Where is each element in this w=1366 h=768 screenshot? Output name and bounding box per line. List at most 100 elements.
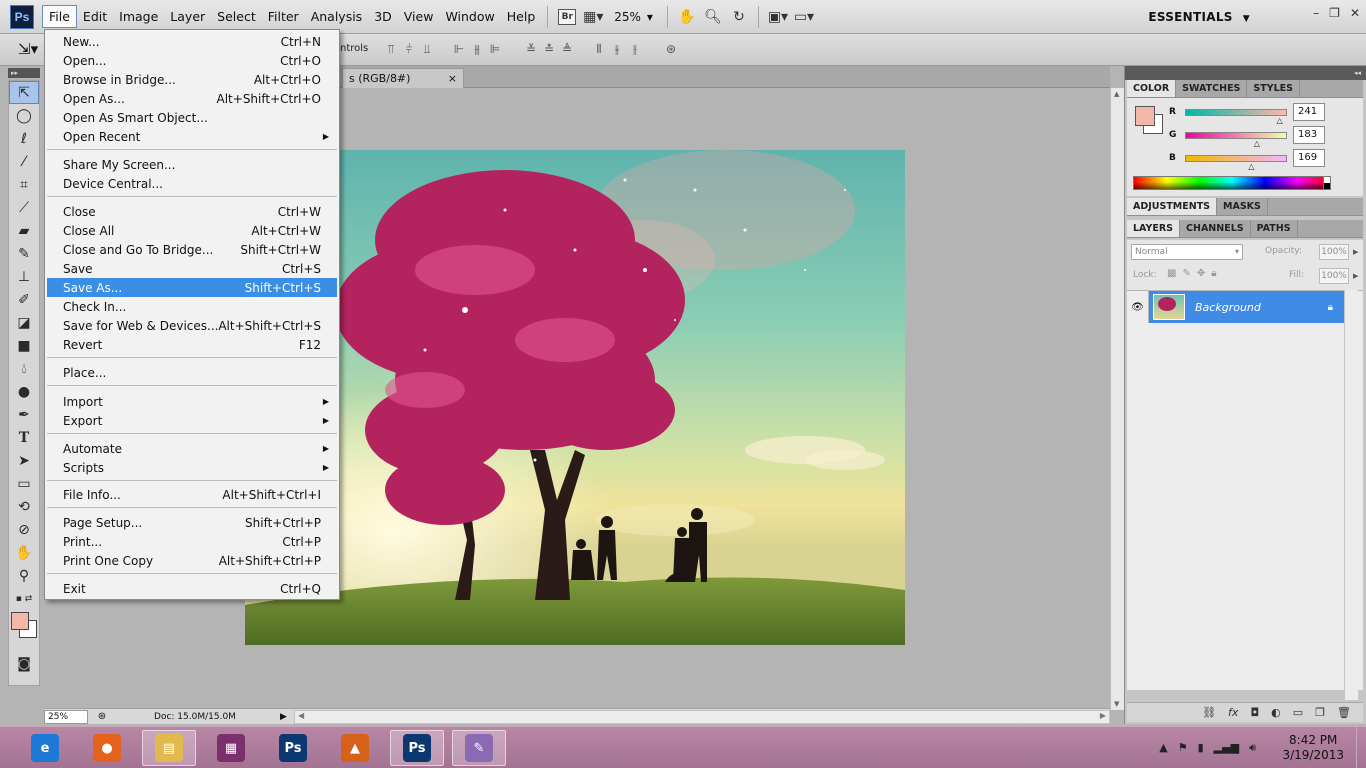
menu-analysis[interactable]: Analysis [305,6,369,27]
menu-select[interactable]: Select [211,6,262,27]
toolbar-collapse-bar[interactable]: ▸▸ [8,68,40,78]
distribute-hcenter-icon[interactable]: ⫳ [610,42,624,57]
bridge-button[interactable]: Br [554,6,580,28]
quick-mask-button[interactable]: ◙ [9,652,39,675]
distribute-vcenter-icon[interactable]: ≛ [542,42,556,57]
distribute-left-icon[interactable]: ⫴ [592,42,606,57]
healing-brush-tool[interactable]: ▰ [9,219,39,242]
menu-item-open-as[interactable]: Open As... Alt+Shift+Ctrl+O [47,89,337,108]
new-group-icon[interactable]: ▭ [1293,706,1303,719]
foreground-color-swatch[interactable] [11,612,29,630]
status-info-icon[interactable]: ⊛ [94,711,110,722]
taskbar-app-file-explorer[interactable]: ▤ [142,730,196,766]
trash-icon[interactable]: 🗑︎ [1337,706,1351,719]
network-signal-icon[interactable]: ▂▄▆ [1214,741,1239,755]
color-foreground-swatch[interactable] [1135,106,1155,126]
taskbar-app-matlab[interactable]: ▲ [328,730,382,766]
distribute-bottom-icon[interactable]: ≜ [560,42,574,57]
menu-item-device-central[interactable]: Device Central... [47,174,337,193]
align-hcenter-icon[interactable]: ⫵ [470,42,484,57]
screen-mode-button[interactable]: ▭▾ [791,6,817,28]
minimize-button[interactable]: – [1313,6,1319,20]
menu-view[interactable]: View [398,6,440,27]
menu-item-export[interactable]: Export ▶ [47,411,337,430]
status-menu-arrow-icon[interactable]: ▶ [280,712,290,722]
action-center-flag-icon[interactable]: ⚑ [1178,741,1188,755]
menu-help[interactable]: Help [501,6,542,27]
adjustment-layer-icon[interactable]: ◐ [1271,706,1281,719]
show-hidden-icons-icon[interactable]: ▲ [1159,741,1167,755]
tab-layers[interactable]: LAYERS [1127,220,1181,237]
show-desktop-button[interactable] [1356,727,1366,768]
menu-item-save-as[interactable]: Save As... Shift+Ctrl+S [47,278,337,297]
marquee-tool[interactable]: ◯ [9,104,39,127]
taskbar-app-firefox[interactable]: ● [80,730,134,766]
taskbar-app-winrar[interactable]: ▦ [204,730,258,766]
opacity-input[interactable]: 100% [1319,244,1349,260]
image-canvas[interactable] [245,150,905,645]
tab-adjustments[interactable]: ADJUSTMENTS [1127,198,1218,215]
taskbar-app-photoshop[interactable]: Ps [266,730,320,766]
rotate-view-button[interactable]: ↻ [726,6,752,28]
layer-mask-icon[interactable]: ◘ [1250,706,1259,719]
path-selection-tool[interactable]: ➤ [9,449,39,472]
zoom-tool-button[interactable]: 🔍︎ [700,6,726,28]
blur-tool[interactable]: 💧︎ [9,357,39,380]
lock-pixels-icon[interactable]: ✎ [1182,268,1190,279]
menu-item-print[interactable]: Print... Ctrl+P [47,532,337,551]
menu-item-save[interactable]: Save Ctrl+S [47,259,337,278]
menu-layer[interactable]: Layer [164,6,211,27]
menu-item-exit[interactable]: Exit Ctrl+Q [47,579,337,598]
menu-file[interactable]: File [42,5,77,28]
distribute-right-icon[interactable]: ⫲ [628,42,642,57]
pen-tool[interactable]: ✒ [9,403,39,426]
menu-item-scripts[interactable]: Scripts ▶ [47,458,337,477]
brush-tool[interactable]: ✎ [9,242,39,265]
dodge-tool[interactable]: ● [9,380,39,403]
hand-tool-button[interactable]: ✋ [674,6,700,28]
menu-item-automate[interactable]: Automate ▶ [47,439,337,458]
align-bottom-icon[interactable]: ⫫ [420,42,434,57]
menu-window[interactable]: Window [439,6,500,27]
taskbar-app-photoshop-active[interactable]: Ps [390,730,444,766]
align-left-icon[interactable]: ⊩ [452,42,466,57]
menu-item-share-my-screen[interactable]: Share My Screen... [47,155,337,174]
view-extras-button[interactable]: ▦▾ [580,6,606,28]
blue-value-input[interactable]: 169 [1293,149,1325,167]
status-zoom-input[interactable]: 25% [44,709,88,724]
type-tool[interactable]: T [9,426,39,449]
tool-preset-picker[interactable]: ⇲▾ [18,40,40,60]
scroll-up-icon[interactable]: ▲ [1114,90,1119,98]
hand-tool[interactable]: ✋ [9,541,39,564]
clone-stamp-tool[interactable]: ⊥ [9,265,39,288]
lock-transparency-icon[interactable]: ▩ [1167,268,1176,279]
zoom-tool[interactable]: ⚲ [9,564,39,587]
panel-collapse-bar[interactable]: ◂◂ [1125,66,1366,80]
new-layer-icon[interactable]: ❐ [1315,706,1325,719]
crop-tool[interactable]: ⌗ [9,173,39,196]
workspace-switcher[interactable]: ESSENTIALS ▼ [1148,10,1250,24]
magic-wand-tool[interactable]: ⁄ [9,150,39,173]
menu-item-close[interactable]: Close Ctrl+W [47,202,337,221]
menu-item-file-info[interactable]: File Info... Alt+Shift+Ctrl+I [47,485,337,504]
menu-3d[interactable]: 3D [368,6,398,27]
fill-input[interactable]: 100% [1319,268,1349,284]
shape-tool[interactable]: ▭ [9,472,39,495]
black-white-ramp[interactable] [1323,176,1331,190]
tab-styles[interactable]: STYLES [1247,80,1300,97]
menu-item-page-setup[interactable]: Page Setup... Shift+Ctrl+P [47,513,337,532]
menu-item-print-one-copy[interactable]: Print One Copy Alt+Shift+Ctrl+P [47,551,337,570]
scroll-down-icon[interactable]: ▼ [1114,700,1119,708]
link-layers-icon[interactable]: ⛓ [1202,706,1216,719]
lasso-tool[interactable]: ℓ [9,127,39,150]
close-icon[interactable]: × [448,72,457,85]
eraser-tool[interactable]: ◪ [9,311,39,334]
menu-item-import[interactable]: Import ▶ [47,392,337,411]
tab-masks[interactable]: MASKS [1217,198,1268,215]
eyedropper-tool[interactable]: ⟋ [9,196,39,219]
align-right-icon[interactable]: ⊫ [488,42,502,57]
gradient-tool[interactable]: ■ [9,334,39,357]
scroll-left-icon[interactable]: ◀ [298,711,304,720]
visibility-eye-icon[interactable]: 👁︎ [1127,291,1149,323]
3d-orbit-tool[interactable]: ⊘ [9,518,39,541]
